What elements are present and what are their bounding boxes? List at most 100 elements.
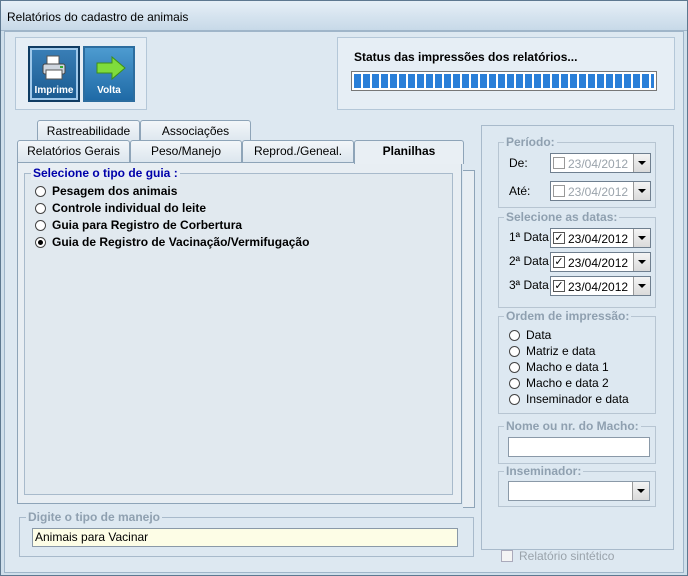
- chevron-down-icon[interactable]: [633, 182, 650, 200]
- tab-label: Reprod./Geneal.: [253, 144, 343, 158]
- macho-input[interactable]: [508, 437, 650, 457]
- de-label: De:: [509, 156, 528, 170]
- guide-option-corbertura[interactable]: Guia para Registro de Corbertura: [35, 217, 242, 233]
- imprime-button[interactable]: Imprime: [28, 46, 80, 102]
- data2-date-value: 23/04/2012: [568, 256, 629, 270]
- radio-button[interactable]: [509, 393, 520, 405]
- chevron-down-icon[interactable]: [633, 154, 650, 172]
- sintetico-checkbox[interactable]: [501, 550, 513, 562]
- option-label: Matriz e data: [526, 344, 596, 358]
- ordem-option-data[interactable]: Data: [509, 327, 551, 343]
- sintetico-label: Relatório sintético: [519, 549, 615, 563]
- volta-button[interactable]: Volta: [83, 46, 135, 102]
- data1-label: 1ª Data: [509, 230, 549, 244]
- ate-date-picker[interactable]: 23/04/2012: [550, 181, 651, 201]
- radio-button[interactable]: [509, 377, 520, 389]
- radio-button[interactable]: [509, 361, 520, 373]
- data3-label: 3ª Data: [509, 278, 549, 292]
- status-title: Status das impressões dos relatórios...: [354, 50, 578, 64]
- tab-associacoes[interactable]: Associações: [140, 120, 251, 142]
- tab-label: Planilhas: [382, 144, 436, 158]
- tab-label: Peso/Manejo: [150, 144, 222, 158]
- guide-option-pesagem[interactable]: Pesagem dos animais: [35, 183, 177, 199]
- title-bar[interactable]: Relatórios do cadastro de animais: [1, 1, 687, 31]
- ate-date-value: 23/04/2012: [568, 185, 629, 199]
- tab-relatorios-gerais[interactable]: Relatórios Gerais: [17, 140, 130, 162]
- radio-button[interactable]: [509, 345, 520, 357]
- chevron-down-icon[interactable]: [632, 482, 649, 500]
- options-panel: Período: De: 23/04/2012 Até: 23/04/2012 …: [481, 125, 674, 563]
- periodo-legend: Período:: [504, 135, 557, 149]
- option-label: Guia de Registro de Vacinação/Vermifugaç…: [52, 235, 310, 249]
- option-label: Inseminador e data: [526, 392, 629, 406]
- radio-button[interactable]: [509, 329, 520, 341]
- macho-legend: Nome ou nr. do Macho:: [504, 419, 641, 433]
- data3-checkbox[interactable]: ✓: [553, 280, 565, 292]
- status-panel: Status das impressões dos relatórios...: [337, 37, 675, 110]
- option-label: Data: [526, 328, 552, 342]
- ordem-option-inseminador[interactable]: Inseminador e data: [509, 391, 629, 407]
- ate-checkbox[interactable]: [553, 185, 565, 197]
- guide-type-group: Selecione o tipo de guia : Pesagem dos a…: [24, 166, 453, 495]
- data2-checkbox[interactable]: ✓: [553, 256, 565, 268]
- toolbar: Imprime Volta: [15, 37, 147, 110]
- guide-type-legend: Selecione o tipo de guia :: [31, 166, 180, 180]
- chevron-down-icon[interactable]: [633, 229, 650, 247]
- datas-legend: Selecione as datas:: [504, 210, 620, 224]
- ate-label: Até:: [509, 184, 531, 198]
- radio-button[interactable]: [35, 202, 46, 214]
- tab-page-edge: [463, 170, 475, 508]
- option-label: Macho e data 2: [526, 376, 609, 390]
- de-date-value: 23/04/2012: [568, 157, 629, 171]
- sintetico-checkbox-row[interactable]: Relatório sintético: [501, 549, 614, 563]
- data3-date-value: 23/04/2012: [568, 280, 629, 294]
- guide-option-controle-leite[interactable]: Controle individual do leite: [35, 200, 206, 216]
- ordem-group: Ordem de impressão: Data Matriz e data M…: [498, 309, 656, 414]
- arrow-right-icon: [96, 55, 126, 81]
- window-title: Relatórios do cadastro de animais: [7, 10, 189, 24]
- radio-button[interactable]: [35, 185, 46, 197]
- volta-label: Volta: [97, 85, 121, 96]
- data2-label: 2ª Data: [509, 254, 549, 268]
- tab-label: Relatórios Gerais: [27, 144, 120, 158]
- manejo-group: Digite o tipo de manejo Animais para Vac…: [19, 510, 474, 557]
- chevron-down-icon[interactable]: [633, 277, 650, 295]
- ordem-option-macho2[interactable]: Macho e data 2: [509, 375, 609, 391]
- inseminador-group: Inseminador:: [498, 464, 656, 507]
- radio-button-selected[interactable]: [35, 236, 46, 248]
- progress-fill: [354, 74, 654, 88]
- planilhas-page: Selecione o tipo de guia : Pesagem dos a…: [17, 162, 462, 504]
- de-checkbox[interactable]: [553, 157, 565, 169]
- imprime-label: Imprime: [34, 85, 74, 96]
- inseminador-legend: Inseminador:: [504, 464, 584, 478]
- tab-reprod-geneal[interactable]: Reprod./Geneal.: [242, 140, 354, 162]
- printer-icon: [42, 55, 66, 80]
- tab-label: Associações: [161, 124, 230, 138]
- option-label: Macho e data 1: [526, 360, 609, 374]
- data1-checkbox[interactable]: ✓: [553, 232, 565, 244]
- report-window: Relatórios do cadastro de animais Imprim…: [0, 0, 688, 576]
- data3-date-picker[interactable]: ✓ 23/04/2012: [550, 276, 651, 296]
- progress-bar: [351, 71, 657, 91]
- client-area: Imprime Volta Status das impressões dos …: [4, 31, 684, 573]
- data1-date-value: 23/04/2012: [568, 232, 629, 246]
- tab-peso-manejo[interactable]: Peso/Manejo: [130, 140, 242, 162]
- manejo-input[interactable]: Animais para Vacinar: [32, 528, 458, 547]
- ordem-option-macho1[interactable]: Macho e data 1: [509, 359, 609, 375]
- ordem-option-matriz[interactable]: Matriz e data: [509, 343, 595, 359]
- periodo-group: Período: De: 23/04/2012 Até: 23/04/2012: [498, 135, 656, 208]
- tab-rastreabilidade[interactable]: Rastreabilidade: [37, 120, 140, 142]
- tab-label: Rastreabilidade: [46, 124, 131, 138]
- data1-date-picker[interactable]: ✓ 23/04/2012: [550, 228, 651, 248]
- manejo-legend: Digite o tipo de manejo: [26, 510, 163, 524]
- inseminador-select[interactable]: [508, 481, 650, 501]
- macho-group: Nome ou nr. do Macho:: [498, 419, 656, 464]
- data2-date-picker[interactable]: ✓ 23/04/2012: [550, 252, 651, 272]
- guide-option-vacinacao[interactable]: Guia de Registro de Vacinação/Vermifugaç…: [35, 234, 309, 250]
- chevron-down-icon[interactable]: [633, 253, 650, 271]
- radio-button[interactable]: [35, 219, 46, 231]
- de-date-picker[interactable]: 23/04/2012: [550, 153, 651, 173]
- option-label: Pesagem dos animais: [52, 184, 178, 198]
- tab-planilhas[interactable]: Planilhas: [354, 140, 464, 164]
- tab-control: Rastreabilidade Associações Relatórios G…: [15, 120, 475, 512]
